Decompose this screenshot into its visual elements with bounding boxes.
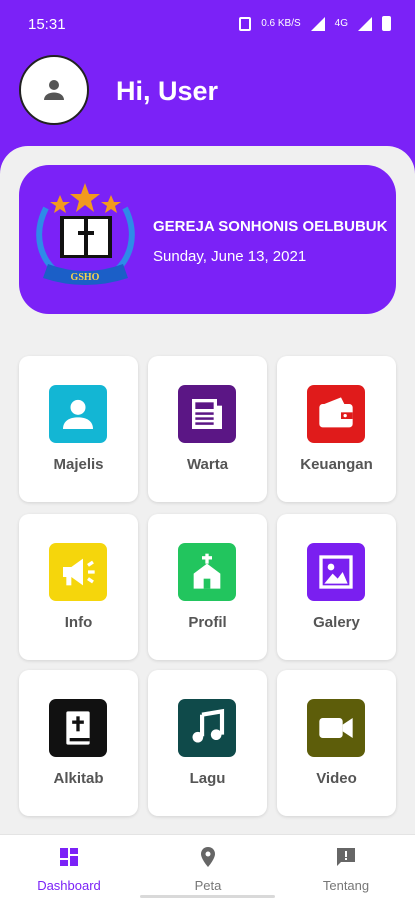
menu-card-majelis[interactable]: Majelis (19, 356, 138, 502)
nav-peta[interactable]: Peta (148, 845, 268, 893)
megaphone-icon (49, 543, 107, 601)
newspaper-icon (178, 385, 236, 443)
person-icon (44, 80, 64, 100)
signal-icon-2 (358, 16, 372, 31)
status-bar: 15:31 0.6 KB/S 4G (0, 0, 415, 50)
logo-text: GSHO (71, 272, 100, 283)
feedback-icon (337, 848, 355, 866)
menu-label: Info (64, 614, 93, 631)
church-icon (178, 543, 236, 601)
user-avatar[interactable] (19, 55, 89, 125)
music-note-icon (178, 699, 236, 757)
signal-icon (310, 16, 325, 31)
menu-label: Keuangan (300, 456, 373, 473)
menu-label: Profil (188, 614, 227, 631)
network-speed-text: 0.6 KB/S (261, 17, 301, 29)
nav-label: Peta (194, 878, 222, 893)
menu-card-alkitab[interactable]: Alkitab (19, 670, 138, 816)
video-camera-icon (307, 699, 365, 757)
menu-label: Galery (313, 614, 360, 631)
bible-icon (49, 699, 107, 757)
menu-card-keuangan[interactable]: Keuangan (277, 356, 396, 502)
church-logo: GSHO (36, 183, 135, 285)
wallet-icon (307, 385, 365, 443)
menu-card-info[interactable]: Info (19, 514, 138, 660)
menu-card-profil[interactable]: Profil (148, 514, 267, 660)
vibrate-icon (239, 16, 252, 31)
status-time: 15:31 (28, 16, 66, 33)
nav-label: Tentang (322, 878, 370, 893)
church-date: Sunday, June 13, 2021 (153, 248, 307, 265)
menu-card-galery[interactable]: Galery (277, 514, 396, 660)
menu-label: Warta (186, 456, 229, 473)
church-name: GEREJA SONHONIS OELBUBUK (153, 218, 388, 235)
greeting: Hi, User (116, 76, 219, 106)
menu-label: Alkitab (53, 770, 104, 787)
dashboard-icon (60, 848, 78, 866)
map-pin-icon (201, 847, 215, 867)
status-icons: 0.6 KB/S 4G (239, 16, 391, 31)
nav-tentang[interactable]: Tentang (286, 845, 406, 893)
battery-icon (382, 16, 391, 31)
menu-card-warta[interactable]: Warta (148, 356, 267, 502)
menu-label: Majelis (53, 456, 104, 473)
menu-label: Lagu (189, 770, 226, 787)
menu-card-lagu[interactable]: Lagu (148, 670, 267, 816)
bottom-nav: Dashboard Peta Tentang (0, 834, 415, 900)
person-icon (49, 385, 107, 443)
network-type-text: 4G (334, 17, 348, 29)
image-icon (307, 543, 365, 601)
menu-label: Video (316, 770, 357, 787)
nav-label: Dashboard (37, 878, 101, 893)
menu-card-video[interactable]: Video (277, 670, 396, 816)
nav-dashboard[interactable]: Dashboard (9, 845, 129, 893)
home-indicator[interactable] (140, 895, 275, 898)
